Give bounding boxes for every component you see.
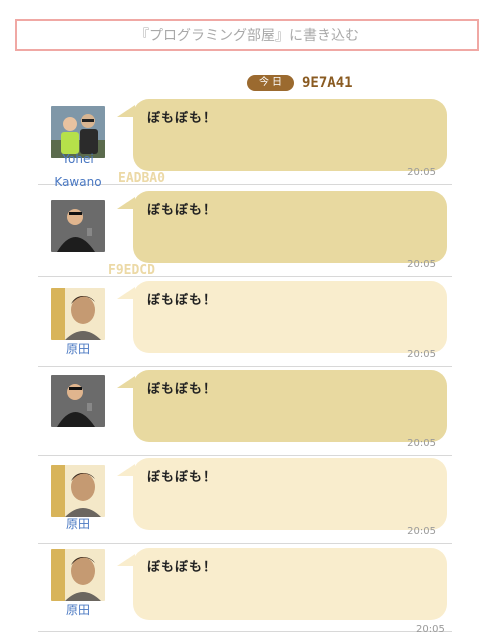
message-row: ぼもぼも！ 20:05 [38, 188, 452, 277]
message-row: 原田 ぼもぼも！ [38, 543, 452, 632]
date-header: 今日 9E7A41 [247, 73, 353, 93]
message-text: ぼもぼも！ [147, 470, 218, 485]
message-text: ぼもぼも！ [147, 111, 218, 126]
message-time: 20:05 [407, 349, 436, 360]
profile-avatar[interactable] [51, 549, 105, 601]
message-text: ぼもぼも！ [147, 203, 218, 218]
username[interactable]: 原田 [38, 599, 118, 622]
message-text: ぼもぼも！ [147, 560, 218, 575]
message-time: 20:05 [407, 526, 436, 537]
message-time: 20:05 [407, 438, 436, 449]
message-row: Yohei Kawano ぼもぼも！ 20:05 [38, 96, 452, 189]
message-bubble: ぼもぼも！ [117, 281, 447, 353]
message-bubble: ぼもぼも！ [117, 458, 447, 530]
profile-avatar[interactable] [51, 288, 105, 340]
profile-avatar[interactable] [51, 465, 105, 517]
date-hex-label: 9E7A41 [302, 75, 353, 91]
message-text: ぼもぼも！ [147, 293, 218, 308]
message-text: ぼもぼも！ [147, 382, 218, 397]
post-input-placeholder: 『プログラミング部屋』に書き込む [135, 28, 359, 44]
speaker-avatar[interactable] [51, 375, 105, 427]
username[interactable]: 原田 [38, 338, 118, 361]
message-time: 20:05 [407, 259, 436, 270]
message-row: 原田 ぼもぼも！ 20:05 [38, 455, 452, 544]
message-bubble: ぼもぼも！ [117, 370, 447, 442]
message-time: 20:05 [407, 167, 436, 178]
date-pill: 今日 [247, 75, 294, 91]
username[interactable]: 原田 [38, 513, 118, 536]
post-input[interactable]: 『プログラミング部屋』に書き込む [15, 19, 479, 51]
message-row: ぼもぼも！ 20:05 [38, 367, 452, 456]
message-time: 20:05 [416, 624, 445, 635]
message-bubble: ぼもぼも！ [117, 548, 447, 620]
speaker-avatar[interactable] [51, 200, 105, 252]
message-bubble: ぼもぼも！ [117, 99, 447, 171]
message-row: 原田 ぼもぼも！ 20:05 [38, 278, 452, 367]
message-bubble: ぼもぼも！ [117, 191, 447, 263]
